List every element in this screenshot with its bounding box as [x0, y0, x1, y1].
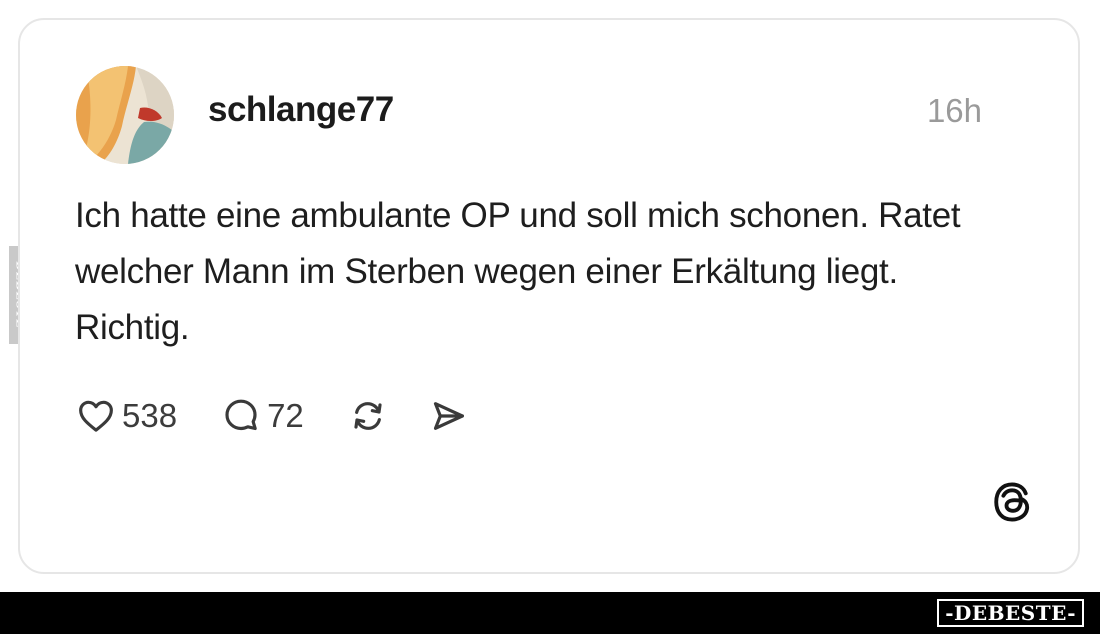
threads-logo-icon[interactable]: [990, 480, 1034, 524]
repost-button[interactable]: [348, 396, 388, 436]
username[interactable]: schlange77: [208, 90, 394, 130]
post-body: Ich hatte eine ambulante OP und soll mic…: [75, 196, 961, 347]
heart-icon: [79, 400, 113, 432]
share-button[interactable]: [428, 396, 468, 436]
repost-icon: [354, 402, 382, 430]
speech-bubble-icon: [225, 399, 257, 431]
footer-bar: -DEBESTE-: [0, 592, 1100, 634]
avatar-image: [76, 66, 174, 164]
avatar[interactable]: [76, 66, 174, 164]
like-count: 538: [122, 397, 178, 434]
comment-button[interactable]: 72: [221, 396, 304, 436]
comment-count: 72: [267, 397, 304, 434]
post-card: schlange77 16h Ich hatte eine ambulante …: [18, 18, 1080, 574]
action-bar: 538 72: [76, 394, 468, 438]
post-timestamp: 16h: [926, 92, 982, 129]
like-button[interactable]: 538: [76, 396, 177, 436]
brand-watermark: -DEBESTE-: [937, 599, 1084, 627]
send-icon: [433, 402, 464, 430]
